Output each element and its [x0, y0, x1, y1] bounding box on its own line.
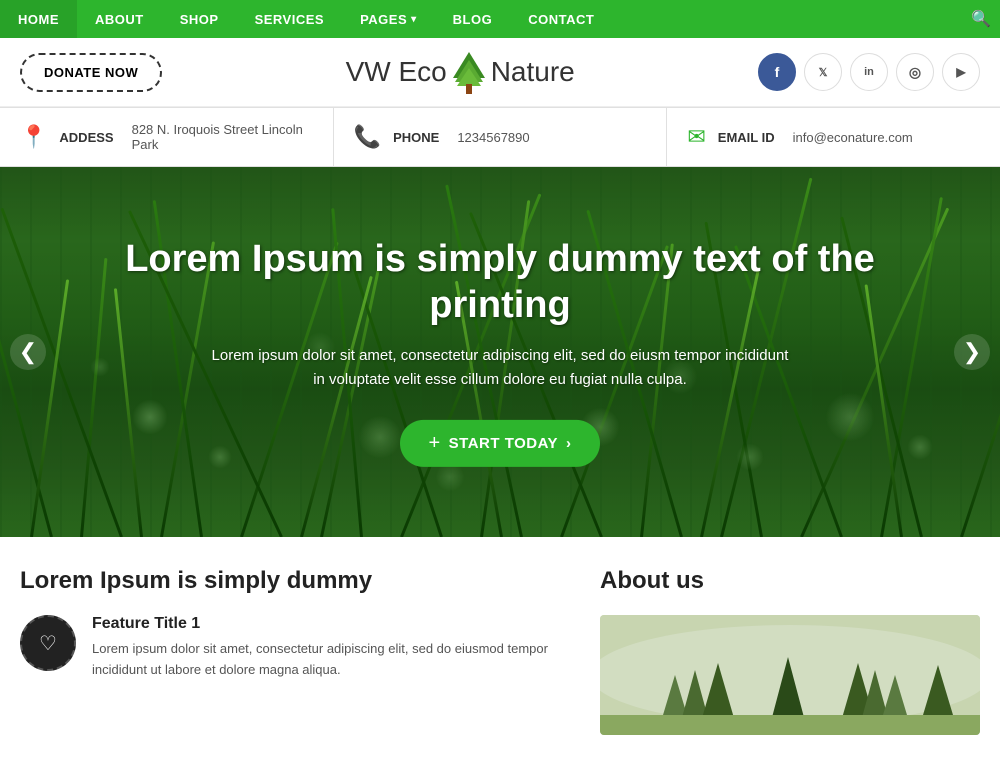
email-label: EMAIL ID — [718, 130, 775, 145]
search-button[interactable]: 🔍 — [962, 0, 1000, 38]
hero-section: Lorem Ipsum is simply dummy text of the … — [0, 167, 1000, 537]
hero-subtitle: Lorem ipsum dolor sit amet, consectetur … — [110, 344, 890, 392]
info-email: ✉ EMAIL ID info@econature.com — [667, 108, 1000, 166]
nav-services[interactable]: SERVICES — [237, 0, 343, 38]
nav-about[interactable]: ABOUT — [77, 0, 162, 38]
nav-contact[interactable]: CONTACT — [510, 0, 612, 38]
chevron-down-icon: ▾ — [411, 14, 417, 25]
info-phone: 📞 PHONE 1234567890 — [334, 108, 668, 166]
location-icon: 📍 — [20, 124, 47, 150]
hero-title: Lorem Ipsum is simply dummy text of the … — [110, 237, 890, 328]
nav-home[interactable]: HOME — [0, 0, 77, 38]
nav-items: HOME ABOUT SHOP SERVICES PAGES ▾ BLOG CO… — [0, 0, 962, 38]
logo-text: VW Eco Nature — [162, 50, 758, 94]
about-image — [600, 615, 980, 735]
about-forest-svg — [600, 615, 980, 735]
feature-title: Feature Title 1 — [92, 615, 560, 633]
social-instagram[interactable]: ◎ — [896, 53, 934, 91]
hero-btn-label: START TODAY — [449, 435, 558, 452]
logo-text-before: VW Eco — [346, 56, 447, 88]
nav-blog[interactable]: BLOG — [435, 0, 511, 38]
hero-next-button[interactable]: ❯ — [954, 334, 990, 370]
nav-shop[interactable]: SHOP — [162, 0, 237, 38]
feature-item-1: ♡ Feature Title 1 Lorem ipsum dolor sit … — [20, 615, 560, 681]
logo-text-after: Nature — [491, 56, 575, 88]
email-value: info@econature.com — [793, 130, 913, 145]
about-title: About us — [600, 567, 980, 595]
heart-icon: ♡ — [39, 631, 57, 656]
feature-desc: Lorem ipsum dolor sit amet, consectetur … — [92, 639, 560, 681]
about-section: About us — [600, 567, 980, 735]
social-youtube[interactable]: ▶ — [942, 53, 980, 91]
nav-pages[interactable]: PAGES ▾ — [342, 0, 435, 38]
arrow-right-icon: › — [566, 435, 572, 452]
social-icons: f 𝕏 in ◎ ▶ — [758, 53, 980, 91]
hero-prev-button[interactable]: ❮ — [10, 334, 46, 370]
site-logo: VW Eco Nature — [162, 50, 758, 94]
site-header: DONATE NOW VW Eco Nature f 𝕏 in ◎ ▶ — [0, 38, 1000, 107]
social-facebook[interactable]: f — [758, 53, 796, 91]
address-value: 828 N. Iroquois Street Lincoln Park — [132, 122, 313, 152]
email-icon: ✉ — [687, 124, 705, 150]
hero-content: Lorem Ipsum is simply dummy text of the … — [110, 237, 890, 467]
lower-section: Lorem Ipsum is simply dummy ♡ Feature Ti… — [0, 537, 1000, 765]
feature-icon: ♡ — [20, 615, 76, 671]
search-icon: 🔍 — [971, 9, 991, 29]
donate-button[interactable]: DONATE NOW — [20, 53, 162, 92]
address-label: ADDESS — [59, 130, 113, 145]
phone-value: 1234567890 — [457, 130, 529, 145]
features-section: Lorem Ipsum is simply dummy ♡ Feature Ti… — [20, 567, 560, 735]
start-today-button[interactable]: + START TODAY › — [400, 420, 599, 467]
info-bar: 📍 ADDESS 828 N. Iroquois Street Lincoln … — [0, 107, 1000, 167]
info-address: 📍 ADDESS 828 N. Iroquois Street Lincoln … — [0, 108, 334, 166]
main-nav: HOME ABOUT SHOP SERVICES PAGES ▾ BLOG CO… — [0, 0, 1000, 38]
phone-label: PHONE — [393, 130, 439, 145]
plus-icon: + — [428, 432, 440, 455]
social-linkedin[interactable]: in — [850, 53, 888, 91]
features-title: Lorem Ipsum is simply dummy — [20, 567, 560, 595]
logo-tree-icon — [451, 50, 487, 94]
feature-content: Feature Title 1 Lorem ipsum dolor sit am… — [92, 615, 560, 681]
social-twitter[interactable]: 𝕏 — [804, 53, 842, 91]
phone-icon: 📞 — [354, 124, 381, 150]
